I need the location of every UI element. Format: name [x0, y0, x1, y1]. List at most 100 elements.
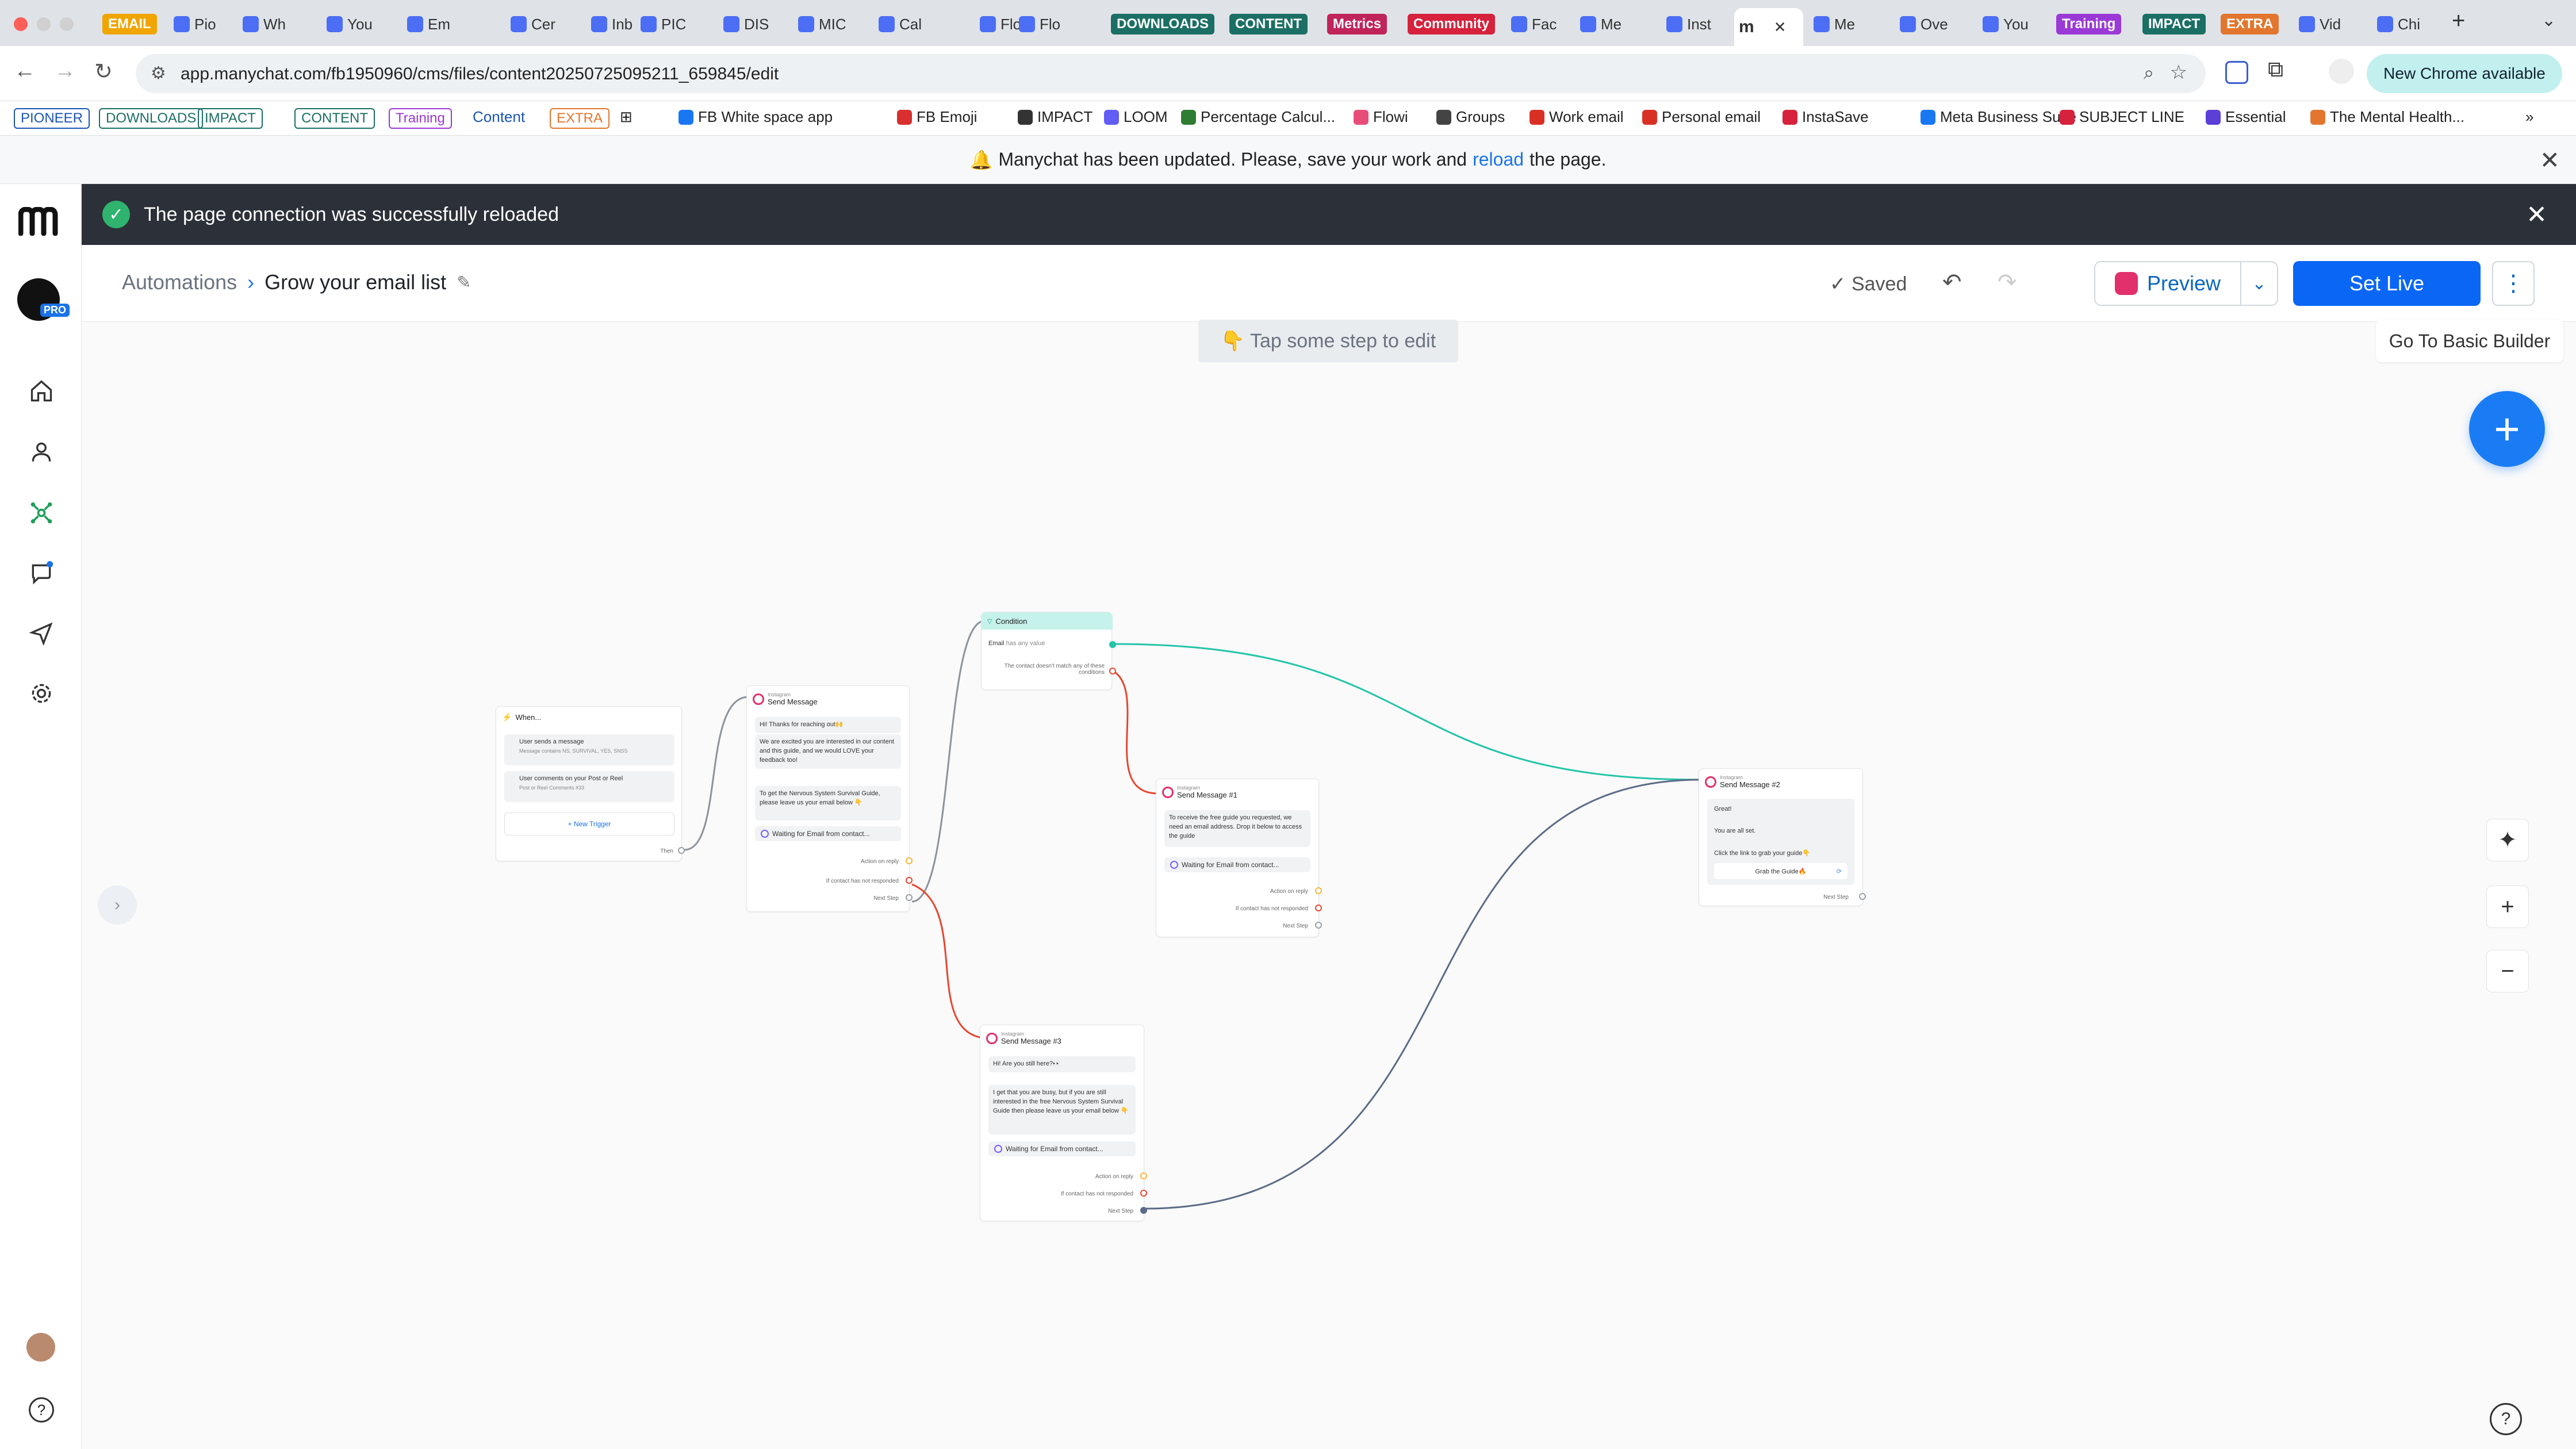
- condition-node[interactable]: ▽ Condition Email has any value The cont…: [981, 612, 1116, 690]
- new-tab-icon[interactable]: +: [2452, 8, 2465, 34]
- bookmark-item[interactable]: Flowi: [1354, 108, 1408, 126]
- window-minimize-icon[interactable]: [37, 17, 51, 31]
- bookmark-item[interactable]: DOWNLOADS: [99, 108, 204, 129]
- browser-tab[interactable]: DOWNLOADS: [1106, 8, 1219, 40]
- close-icon[interactable]: ✕: [1774, 18, 1787, 36]
- bookmark-item[interactable]: PIONEER: [14, 108, 90, 129]
- bookmark-item[interactable]: Groups: [1436, 108, 1505, 126]
- redo-icon[interactable]: ↷: [1998, 269, 2017, 296]
- new-trigger-button[interactable]: + New Trigger: [504, 812, 674, 835]
- condition-true-port[interactable]: [1109, 641, 1116, 648]
- send-message-node[interactable]: Instagram Send Message #2 Great! You are…: [1699, 768, 1866, 906]
- tab-search-icon[interactable]: ⌄: [2542, 10, 2556, 30]
- browser-tab[interactable]: CONTENT: [1225, 8, 1312, 40]
- bookmark-item[interactable]: IMPACT: [1018, 108, 1092, 126]
- browser-tab[interactable]: You: [1978, 8, 2033, 40]
- new-chrome-available-button[interactable]: New Chrome available: [2367, 54, 2562, 93]
- sidebar-item-automation[interactable]: [25, 497, 57, 529]
- omnibox[interactable]: ⚙ app.manychat.com/fb1950960/cms/files/c…: [136, 54, 2206, 93]
- more-bookmarks-icon[interactable]: »: [2525, 108, 2533, 126]
- bookmark-item[interactable]: IMPACT: [198, 108, 263, 129]
- user-avatar[interactable]: [26, 1333, 55, 1362]
- next-step-port[interactable]: [906, 894, 913, 901]
- close-icon[interactable]: ✕: [2526, 200, 2547, 229]
- browser-tab[interactable]: Training: [2052, 8, 2126, 40]
- action-port[interactable]: [906, 857, 913, 864]
- sidebar-item-chat[interactable]: [25, 557, 57, 589]
- browser-tab[interactable]: Cer: [506, 8, 560, 40]
- breadcrumb-automations[interactable]: Automations: [122, 270, 237, 294]
- bookmark-item[interactable]: FB White space app: [678, 108, 833, 126]
- browser-tab[interactable]: EMAIL: [98, 8, 162, 40]
- browser-tab[interactable]: Flo: [1014, 8, 1065, 40]
- bookmark-item[interactable]: FB Emoji: [897, 108, 977, 126]
- next-step-port[interactable]: [1140, 1207, 1147, 1214]
- window-maximize-icon[interactable]: [60, 17, 74, 31]
- browser-tab[interactable]: IMPACT: [2138, 8, 2210, 40]
- then-port[interactable]: [678, 847, 685, 854]
- help-icon[interactable]: ?: [29, 1397, 54, 1423]
- condition-else-port[interactable]: [1109, 668, 1116, 674]
- magic-wand-icon[interactable]: ✦: [2486, 819, 2529, 861]
- not-responded-port[interactable]: [1315, 904, 1322, 911]
- browser-tab[interactable]: Chi: [2372, 8, 2425, 40]
- zoom-out-icon[interactable]: −: [2486, 950, 2529, 992]
- puzzle-extensions-icon[interactable]: ⧉: [2268, 57, 2283, 82]
- sidebar-item-broadcast[interactable]: [25, 618, 57, 650]
- site-info-icon[interactable]: ⚙: [151, 63, 166, 83]
- bookmark-item[interactable]: Training: [389, 108, 452, 129]
- bookmark-item[interactable]: Content: [473, 108, 525, 126]
- undo-icon[interactable]: ↶: [1942, 269, 1962, 296]
- chevron-down-icon[interactable]: ⌄: [2240, 261, 2278, 306]
- bookmark-item[interactable]: InstaSave: [1782, 108, 1869, 126]
- trigger-item[interactable]: User sends a message Message contains NS…: [504, 734, 674, 765]
- back-icon[interactable]: ←: [14, 59, 36, 83]
- bookmark-item[interactable]: The Mental Health...: [2310, 108, 2464, 126]
- browser-tab[interactable]: Cal: [874, 8, 926, 40]
- browser-tab[interactable]: m ✕: [1734, 8, 1803, 46]
- browser-tab[interactable]: Vid: [2294, 8, 2345, 40]
- send-message-node[interactable]: Instagram Send Message #3 Hi! Are you st…: [980, 1025, 1147, 1221]
- action-port[interactable]: [1140, 1172, 1147, 1179]
- browser-tab[interactable]: Me: [1575, 8, 1626, 40]
- browser-tab[interactable]: DIS: [719, 8, 773, 40]
- profile-avatar-icon[interactable]: [2329, 59, 2354, 84]
- not-responded-port[interactable]: [1140, 1190, 1147, 1197]
- browser-tab[interactable]: Inb: [586, 8, 637, 40]
- trigger-item[interactable]: User comments on your Post or Reel Post …: [504, 771, 674, 802]
- pencil-icon[interactable]: ✎: [457, 273, 471, 293]
- browser-tab[interactable]: Wh: [238, 8, 290, 40]
- expand-panel-icon[interactable]: ›: [98, 885, 137, 925]
- bookmark-item[interactable]: EXTRA: [550, 108, 610, 129]
- close-icon[interactable]: ✕: [2540, 146, 2560, 174]
- browser-tab[interactable]: Community: [1403, 8, 1500, 40]
- extension-icon[interactable]: [2225, 61, 2248, 84]
- reload-icon[interactable]: ↻: [94, 59, 113, 85]
- browser-tab[interactable]: You: [322, 8, 377, 40]
- browser-tab[interactable]: Fac: [1506, 8, 1561, 40]
- help-icon[interactable]: ?: [2490, 1403, 2522, 1435]
- window-close-icon[interactable]: [14, 17, 28, 31]
- add-step-button[interactable]: +: [2469, 391, 2545, 467]
- zoom-in-icon[interactable]: +: [2486, 885, 2529, 928]
- flow-canvas[interactable]: [82, 322, 2576, 1449]
- bookmark-star-icon[interactable]: ☆: [2170, 61, 2187, 84]
- trigger-node[interactable]: ⚡ When... User sends a message Message c…: [496, 706, 685, 861]
- bookmark-item[interactable]: CONTENT: [294, 108, 375, 129]
- basic-builder-button[interactable]: Go To Basic Builder: [2376, 320, 2563, 362]
- grab-guide-button[interactable]: Grab the Guide🔥 ⟳: [1714, 863, 1847, 879]
- sidebar-item-settings[interactable]: [25, 677, 57, 710]
- bookmark-item[interactable]: Essential: [2206, 108, 2286, 126]
- preview-button[interactable]: Preview: [2094, 261, 2241, 306]
- bookmark-item[interactable]: Work email: [1529, 108, 1624, 126]
- apps-grid-icon[interactable]: ⊞: [620, 108, 632, 126]
- browser-tab[interactable]: Pio: [169, 8, 221, 40]
- forward-icon[interactable]: →: [54, 59, 76, 83]
- browser-tab[interactable]: Metrics: [1322, 8, 1392, 40]
- browser-tab[interactable]: Ove: [1895, 8, 1953, 40]
- send-message-node[interactable]: Instagram Send Message Hi! Thanks for re…: [746, 685, 913, 912]
- url-text[interactable]: app.manychat.com/fb1950960/cms/files/con…: [181, 64, 779, 84]
- reload-link[interactable]: reload: [1473, 149, 1524, 170]
- not-responded-port[interactable]: [906, 877, 913, 884]
- zoom-icon[interactable]: ⌕: [2144, 62, 2154, 84]
